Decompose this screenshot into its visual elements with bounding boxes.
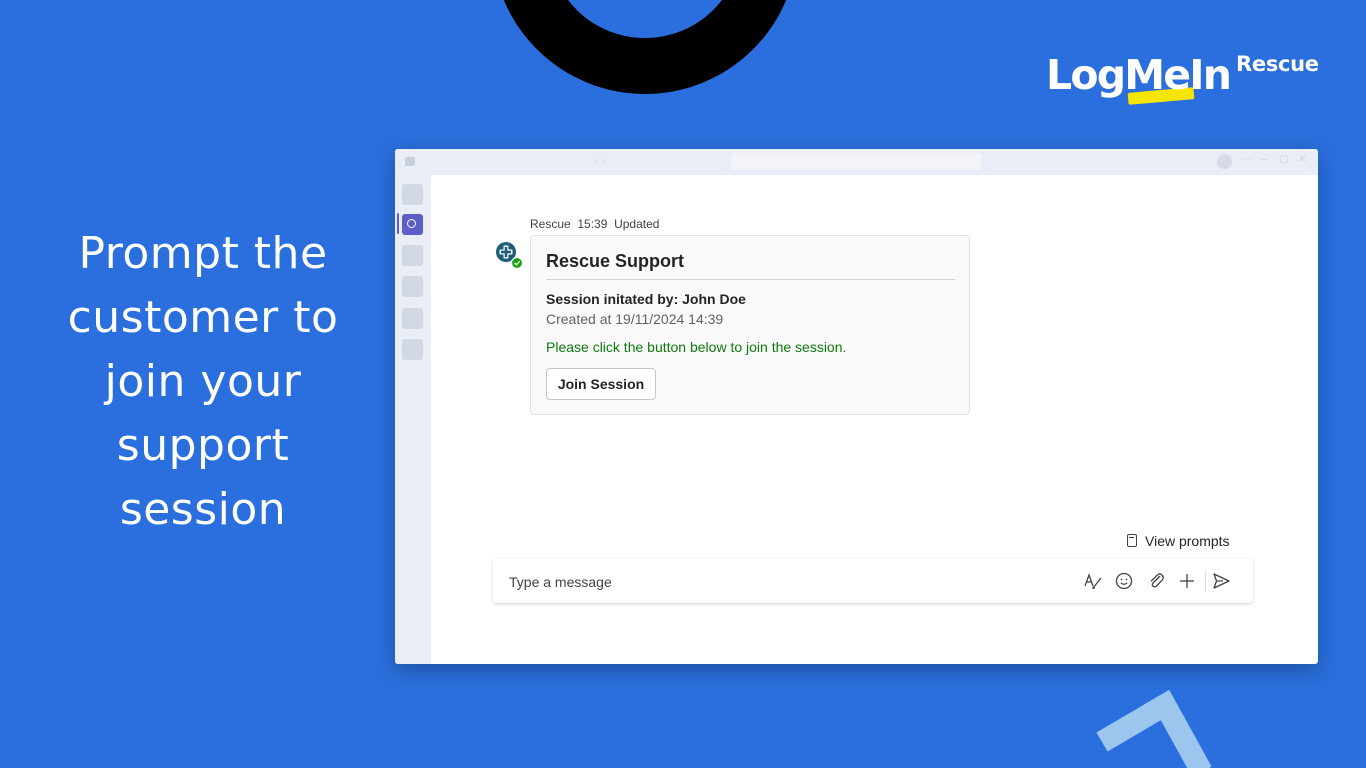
card-divider [546, 279, 955, 280]
brand-logo-text: LogMeIn [1046, 51, 1232, 99]
rail-item[interactable] [402, 184, 423, 205]
headline-line: support [116, 420, 290, 471]
rail-item[interactable] [402, 308, 423, 329]
message-status: Updated [614, 217, 660, 231]
prompts-icon [1127, 534, 1137, 547]
search-bar[interactable] [731, 153, 981, 170]
message-sender: Rescue [530, 217, 571, 231]
medical-cross-icon [496, 242, 523, 269]
rail-item-chat[interactable] [402, 214, 423, 235]
message-input[interactable] [507, 570, 1071, 594]
headline-line: session [119, 484, 287, 535]
rail-active-indicator [397, 213, 399, 234]
card-title: Rescue Support [546, 251, 685, 271]
join-session-button[interactable]: Join Session [546, 368, 656, 400]
headline-line: customer to [67, 292, 339, 343]
app-window: ‹ › ⋯ – ▢ ✕ Rescue 15:39 Updated Rescue … [395, 149, 1318, 664]
join-instruction: Please click the button below to join th… [546, 339, 847, 355]
close-icon[interactable]: ✕ [1298, 154, 1306, 165]
headline-line: Prompt the [78, 228, 328, 279]
plus-icon[interactable] [1177, 571, 1197, 591]
rail-item[interactable] [402, 276, 423, 297]
attach-icon[interactable] [1146, 571, 1166, 591]
headline: Prompt the customer to join your support… [40, 222, 366, 542]
message-time: 15:39 [577, 217, 608, 231]
session-created-date: Created at 19/11/2024 14:39 [546, 311, 724, 327]
decorative-chevron [1096, 690, 1212, 768]
compose-box [493, 559, 1253, 603]
chat-icon [407, 219, 416, 228]
title-bar: ‹ › ⋯ – ▢ ✕ [395, 149, 1318, 175]
more-icon[interactable]: ⋯ [1241, 154, 1251, 165]
message-meta: Rescue 15:39 Updated [530, 217, 659, 231]
minimize-icon[interactable]: – [1261, 154, 1267, 165]
maximize-icon[interactable]: ▢ [1279, 154, 1288, 165]
back-forward-icon[interactable]: ‹ › [595, 155, 604, 166]
profile-avatar[interactable] [1217, 154, 1232, 169]
compose-divider [1205, 570, 1206, 592]
app-rail [395, 175, 431, 664]
brand-product-name: Rescue [1236, 52, 1319, 76]
emoji-icon[interactable] [1114, 571, 1134, 591]
send-icon[interactable] [1211, 571, 1231, 591]
view-prompts-label: View prompts [1145, 533, 1230, 549]
app-icon [405, 157, 415, 166]
rail-item[interactable] [402, 339, 423, 360]
adaptive-card: Rescue Support Session initated by: John… [530, 235, 970, 415]
decorative-ring [492, 0, 798, 94]
headline-line: join your [104, 356, 302, 407]
session-initiator: Session initated by: John Doe [546, 291, 746, 307]
rail-item[interactable] [402, 245, 423, 266]
format-icon[interactable] [1083, 571, 1103, 591]
brand-logo: LogMeIn Rescue [1046, 50, 1326, 110]
